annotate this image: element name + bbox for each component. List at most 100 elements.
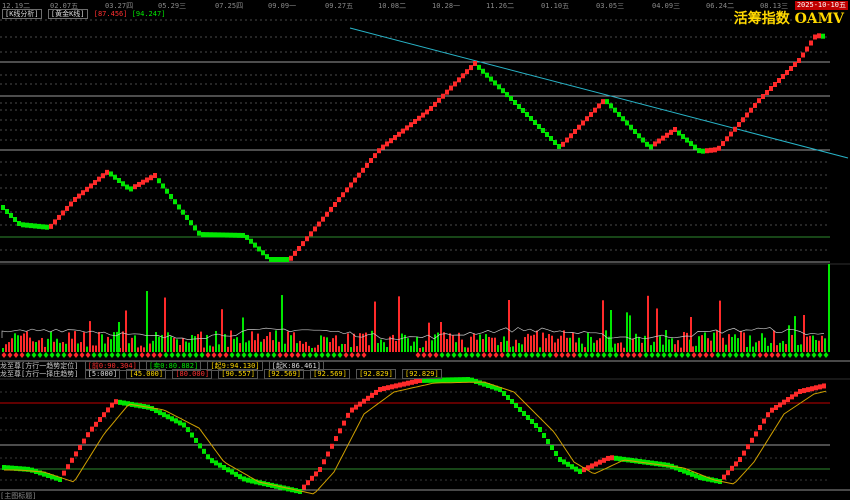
volume-bar xyxy=(398,296,400,352)
indicator-value: [5:000] xyxy=(84,369,121,379)
volume-bar xyxy=(80,342,82,352)
date-label: 09.09一 xyxy=(268,2,297,10)
osc-brick xyxy=(122,400,126,406)
volume-bar xyxy=(596,340,598,352)
price-brick xyxy=(501,88,505,94)
volume-bar xyxy=(605,330,607,352)
signal-diamond xyxy=(91,352,97,358)
volume-bar xyxy=(227,346,229,352)
price-brick xyxy=(349,182,353,188)
price-brick xyxy=(781,74,785,79)
indicator-name[interactable]: 龙至尊[方行一趋势定位] xyxy=(0,362,78,370)
volume-bar xyxy=(287,331,289,352)
osc-brick xyxy=(822,383,826,389)
volume-bar xyxy=(812,335,814,352)
price-brick xyxy=(309,231,313,237)
osc-brick xyxy=(94,421,98,427)
volume-bar xyxy=(773,330,775,352)
signal-diamond xyxy=(487,352,493,358)
price-brick xyxy=(429,105,433,111)
osc-brick xyxy=(762,418,766,424)
volume-bar xyxy=(542,332,544,352)
price-brick xyxy=(761,94,765,99)
osc-brick xyxy=(534,423,538,428)
signal-diamond xyxy=(361,352,367,358)
volume-bar xyxy=(419,347,421,352)
signal-diamond xyxy=(319,352,325,358)
signal-diamond xyxy=(79,352,85,358)
volume-bar xyxy=(725,344,727,352)
price-brick xyxy=(509,96,513,101)
price-brick xyxy=(493,80,497,86)
signal-diamond xyxy=(703,352,709,358)
price-brick xyxy=(645,141,649,147)
price-brick xyxy=(233,232,237,238)
price-brick xyxy=(537,124,541,129)
volume-bar xyxy=(698,336,700,352)
price-brick xyxy=(301,241,305,247)
kline-analysis-tab[interactable]: [K线分析] xyxy=(2,9,42,19)
price-brick xyxy=(425,109,429,115)
signal-diamond xyxy=(541,352,547,358)
volume-bar xyxy=(344,343,346,352)
volume-bar xyxy=(89,321,91,352)
osc-brick xyxy=(618,456,622,462)
price-brick xyxy=(701,148,705,154)
price-brick xyxy=(533,120,537,125)
volume-bar xyxy=(104,343,106,352)
volume-bar xyxy=(800,344,802,352)
signal-diamond xyxy=(817,352,823,358)
price-brick xyxy=(61,210,65,216)
volume-bar xyxy=(59,342,61,352)
osc-brick xyxy=(794,391,798,397)
indicator-value: [45.000] xyxy=(126,369,167,379)
signal-diamond xyxy=(583,352,589,358)
osc-brick xyxy=(178,420,182,426)
price-brick xyxy=(377,148,381,154)
volume-bar xyxy=(752,346,754,352)
volume-bar xyxy=(665,330,667,352)
osc-brick xyxy=(778,402,782,408)
price-brick xyxy=(745,112,749,118)
osc-brick xyxy=(558,457,562,462)
price-brick xyxy=(189,220,193,226)
signal-diamond xyxy=(547,352,553,358)
indicator-name[interactable]: 龙至尊[方行一择庄趋势] xyxy=(0,370,78,378)
osc-brick xyxy=(774,405,778,410)
signal-diamond xyxy=(265,352,271,358)
price-brick xyxy=(17,221,21,226)
volume-bar xyxy=(200,331,202,352)
date-label: 06.24二 xyxy=(706,2,735,10)
osc-brick xyxy=(354,404,358,410)
price-brick xyxy=(209,232,213,238)
price-brick xyxy=(661,135,665,141)
volume-bar xyxy=(722,337,724,352)
volume-bar xyxy=(410,345,412,352)
osc-brick xyxy=(166,414,170,420)
price-brick xyxy=(117,178,121,183)
volume-bar xyxy=(638,336,640,352)
volume-bar xyxy=(302,343,304,352)
volume-bar xyxy=(806,336,808,352)
price-brick xyxy=(629,124,633,130)
volume-bar xyxy=(266,336,268,352)
signal-diamond xyxy=(517,352,523,358)
price-brick xyxy=(769,86,773,91)
volume-bar xyxy=(566,337,568,352)
osc-brick xyxy=(110,402,114,408)
price-brick xyxy=(141,179,145,185)
signal-diamond xyxy=(43,352,49,358)
osc-brick xyxy=(414,378,418,384)
price-brick xyxy=(217,232,221,238)
price-brick xyxy=(409,122,413,128)
price-brick xyxy=(633,129,637,134)
price-brick xyxy=(405,125,409,131)
date-label: 09.27五 xyxy=(325,2,354,10)
price-brick xyxy=(797,58,801,63)
golden-kline-tab[interactable]: [黄金K线] xyxy=(47,9,88,19)
volume-bar xyxy=(755,342,757,352)
price-brick xyxy=(801,52,805,58)
signal-diamond xyxy=(415,352,421,358)
volume-bar xyxy=(143,347,145,352)
price-brick xyxy=(477,64,481,70)
